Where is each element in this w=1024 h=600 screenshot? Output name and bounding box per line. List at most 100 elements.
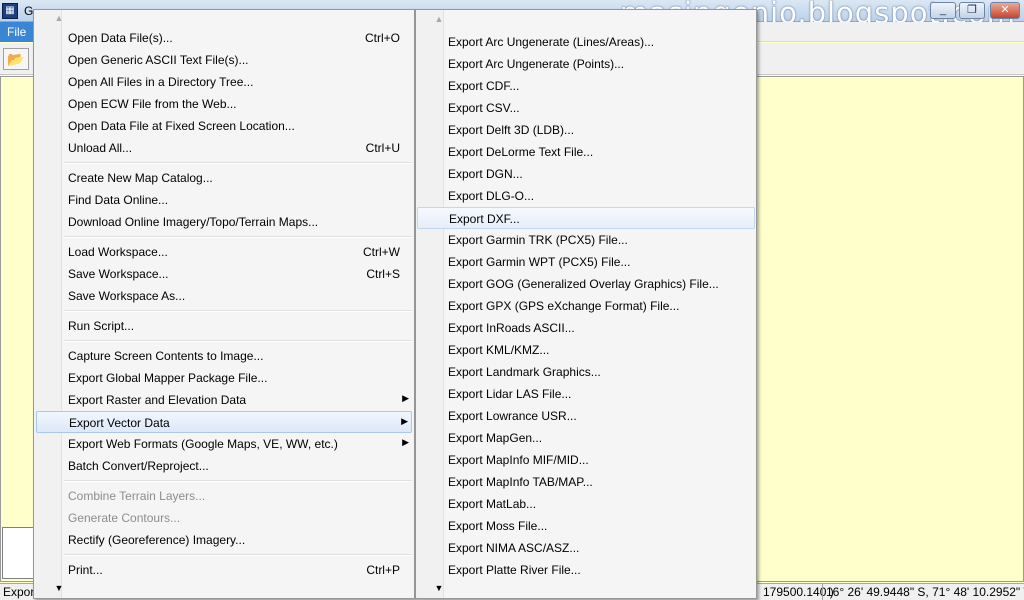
menu-item-run-script[interactable]: Run Script... xyxy=(36,315,412,337)
menu-item-label: Export Moss File... xyxy=(448,519,548,533)
submenu-item-export-matlab[interactable]: Export MatLab... xyxy=(417,493,755,515)
menu-item-label: Open Data File at Fixed Screen Location.… xyxy=(68,119,295,133)
menu-item-rectify-georeference-imagery[interactable]: Rectify (Georeference) Imagery... xyxy=(36,529,412,551)
menu-item-shortcut: Ctrl+O xyxy=(364,31,400,45)
submenu-item-export-moss-file[interactable]: Export Moss File... xyxy=(417,515,755,537)
submenu-item-export-platte-river-file[interactable]: Export Platte River File... xyxy=(417,559,755,581)
submenu-item-export-gog-generalized-overlay-graphics-file[interactable]: Export GOG (Generalized Overlay Graphics… xyxy=(417,273,755,295)
menu-item-label: Export GPX (GPS eXchange Format) File... xyxy=(448,299,680,313)
menu-item-print[interactable]: Print... Ctrl+P xyxy=(36,559,412,581)
menu-separator xyxy=(64,340,412,342)
submenu-item-export-mapinfo-tab-map[interactable]: Export MapInfo TAB/MAP... xyxy=(417,471,755,493)
menu-item-label: Open All Files in a Directory Tree... xyxy=(68,75,254,89)
menu-item-shortcut: Ctrl+S xyxy=(366,267,400,281)
menu-item-label: Export MapInfo MIF/MID... xyxy=(448,453,589,467)
submenu-item-export-dxf[interactable]: Export DXF... xyxy=(417,207,755,229)
submenu-item-export-mapgen[interactable]: Export MapGen... xyxy=(417,427,755,449)
menu-separator xyxy=(64,236,412,238)
menu-item-label: Create New Map Catalog... xyxy=(68,171,213,185)
menu-item-open-data-file-s[interactable]: Open Data File(s)... Ctrl+O xyxy=(36,27,412,49)
menu-item-find-data-online[interactable]: Find Data Online... xyxy=(36,189,412,211)
scroll-up-arrow-icon[interactable]: ▲ xyxy=(51,12,67,24)
submenu-item-export-landmark-graphics[interactable]: Export Landmark Graphics... xyxy=(417,361,755,383)
menu-item-open-ecw-file-from-the-web[interactable]: Open ECW File from the Web... xyxy=(36,93,412,115)
window-title: G xyxy=(24,4,34,18)
menu-item-label: Export Lowrance USR... xyxy=(448,409,577,423)
submenu-item-export-mapinfo-mif-mid[interactable]: Export MapInfo MIF/MID... xyxy=(417,449,755,471)
menu-item-label: Export Lidar LAS File... xyxy=(448,387,572,401)
submenu-item-export-arc-ungenerate-lines-areas[interactable]: Export Arc Ungenerate (Lines/Areas)... xyxy=(417,31,755,53)
submenu-item-export-arc-ungenerate-points[interactable]: Export Arc Ungenerate (Points)... xyxy=(417,53,755,75)
menu-item-load-workspace[interactable]: Load Workspace... Ctrl+W xyxy=(36,241,412,263)
submenu-item-export-delorme-text-file[interactable]: Export DeLorme Text File... xyxy=(417,141,755,163)
menu-separator xyxy=(64,554,412,556)
menu-item-label: Save Workspace As... xyxy=(68,289,186,303)
menu-item-label: Export KML/KMZ... xyxy=(448,343,550,357)
menu-item-open-generic-ascii-text-file-s[interactable]: Open Generic ASCII Text File(s)... xyxy=(36,49,412,71)
restore-button[interactable]: ❐ xyxy=(959,2,985,19)
menu-separator xyxy=(64,310,412,312)
menu-item-label: Run Script... xyxy=(68,319,135,333)
menu-item-label: Open ECW File from the Web... xyxy=(68,97,237,111)
file-menu: ▲ Open Data File(s)... Ctrl+O Open Generic… xyxy=(33,9,415,599)
menu-item-label: Export MapGen... xyxy=(448,431,543,445)
menu-item-label: Export Vector Data xyxy=(69,416,170,430)
export-vector-submenu: ▲ Export Arc Ungenerate (Lines/Areas)...… xyxy=(415,9,757,599)
menu-item-label: Export InRoads ASCII... xyxy=(448,321,575,335)
menu-item-label: Export DXF... xyxy=(449,212,520,226)
menu-item-label: Export GOG (Generalized Overlay Graphics… xyxy=(448,277,719,291)
menu-item-label: Open Generic ASCII Text File(s)... xyxy=(68,53,249,67)
submenu-item-export-cdf[interactable]: Export CDF... xyxy=(417,75,755,97)
menu-item-label: Generate Contours... xyxy=(68,511,181,525)
menu-item-save-workspace[interactable]: Save Workspace... Ctrl+S xyxy=(36,263,412,285)
menu-item-label: Export Platte River File... xyxy=(448,563,581,577)
menu-item-label: Combine Terrain Layers... xyxy=(68,489,206,503)
close-button[interactable]: ✕ xyxy=(990,2,1020,19)
menu-item-label: Save Workspace... xyxy=(68,267,169,281)
app-icon[interactable]: ▦ xyxy=(2,3,18,19)
menu-separator xyxy=(64,162,412,164)
submenu-item-export-dgn[interactable]: Export DGN... xyxy=(417,163,755,185)
submenu-item-export-lowrance-usr[interactable]: Export Lowrance USR... xyxy=(417,405,755,427)
menu-item-save-workspace-as[interactable]: Save Workspace As... xyxy=(36,285,412,307)
submenu-item-export-delft-3d-ldb[interactable]: Export Delft 3D (LDB)... xyxy=(417,119,755,141)
menu-item-label: Load Workspace... xyxy=(68,245,168,259)
submenu-item-export-garmin-wpt-pcx5-file[interactable]: Export Garmin WPT (PCX5) File... xyxy=(417,251,755,273)
menu-item-capture-screen-contents-to-image[interactable]: Capture Screen Contents to Image... xyxy=(36,345,412,367)
menu-item-export-web-formats-google-maps-ve-ww-etc[interactable]: Export Web Formats (Google Maps, VE, WW,… xyxy=(36,433,412,455)
minimize-button[interactable]: _ xyxy=(930,2,956,19)
menu-item-batch-convert-reproject[interactable]: Batch Convert/Reproject... xyxy=(36,455,412,477)
overview-panel xyxy=(2,527,34,579)
submenu-item-export-kml-kmz[interactable]: Export KML/KMZ... xyxy=(417,339,755,361)
menu-item-shortcut: Ctrl+W xyxy=(363,245,400,259)
menu-item-shortcut: Ctrl+U xyxy=(365,141,400,155)
menu-item-unload-all[interactable]: Unload All... Ctrl+U xyxy=(36,137,412,159)
submenu-item-export-dlg-o[interactable]: Export DLG-O... xyxy=(417,185,755,207)
menu-item-export-vector-data[interactable]: Export Vector Data ▶ xyxy=(36,411,412,433)
status-latlon: 16° 26' 49.9448" S, 71° 48' 10.2952" W xyxy=(822,584,1024,600)
submenu-item-export-nima-asc-asz[interactable]: Export NIMA ASC/ASZ... xyxy=(417,537,755,559)
menu-item-label: Export Web Formats (Google Maps, VE, WW,… xyxy=(68,437,338,451)
submenu-item-export-gpx-gps-exchange-format-file[interactable]: Export GPX (GPS eXchange Format) File... xyxy=(417,295,755,317)
menu-item-label: Batch Convert/Reproject... xyxy=(68,459,209,473)
menu-item-label: Find Data Online... xyxy=(68,193,169,207)
menu-item-label: Export MapInfo TAB/MAP... xyxy=(448,475,593,489)
menu-item-open-all-files-in-a-directory-tree[interactable]: Open All Files in a Directory Tree... xyxy=(36,71,412,93)
submenu-item-export-csv[interactable]: Export CSV... xyxy=(417,97,755,119)
scroll-up-arrow-icon[interactable]: ▲ xyxy=(431,13,447,25)
menu-item-label: Export Delft 3D (LDB)... xyxy=(448,123,575,137)
menu-item-generate-contours: Generate Contours... xyxy=(36,507,412,529)
scroll-down-arrow-icon[interactable]: ▼ xyxy=(51,582,67,594)
submenu-item-export-inroads-ascii[interactable]: Export InRoads ASCII... xyxy=(417,317,755,339)
menu-item-label: Export Garmin WPT (PCX5) File... xyxy=(448,255,631,269)
scroll-down-arrow-icon[interactable]: ▼ xyxy=(431,582,447,594)
submenu-item-export-garmin-trk-pcx5-file[interactable]: Export Garmin TRK (PCX5) File... xyxy=(417,229,755,251)
submenu-item-export-lidar-las-file[interactable]: Export Lidar LAS File... xyxy=(417,383,755,405)
menu-item-open-data-file-at-fixed-screen-location[interactable]: Open Data File at Fixed Screen Location.… xyxy=(36,115,412,137)
menu-item-export-global-mapper-package-file[interactable]: Export Global Mapper Package File... xyxy=(36,367,412,389)
menu-item-create-new-map-catalog[interactable]: Create New Map Catalog... xyxy=(36,167,412,189)
menu-item-export-raster-and-elevation-data[interactable]: Export Raster and Elevation Data ▶ xyxy=(36,389,412,411)
menu-file[interactable]: File xyxy=(0,22,33,42)
open-folder-icon[interactable]: 📂 xyxy=(3,48,29,70)
menu-item-download-online-imagery-topo-terrain-maps[interactable]: Download Online Imagery/Topo/Terrain Map… xyxy=(36,211,412,233)
